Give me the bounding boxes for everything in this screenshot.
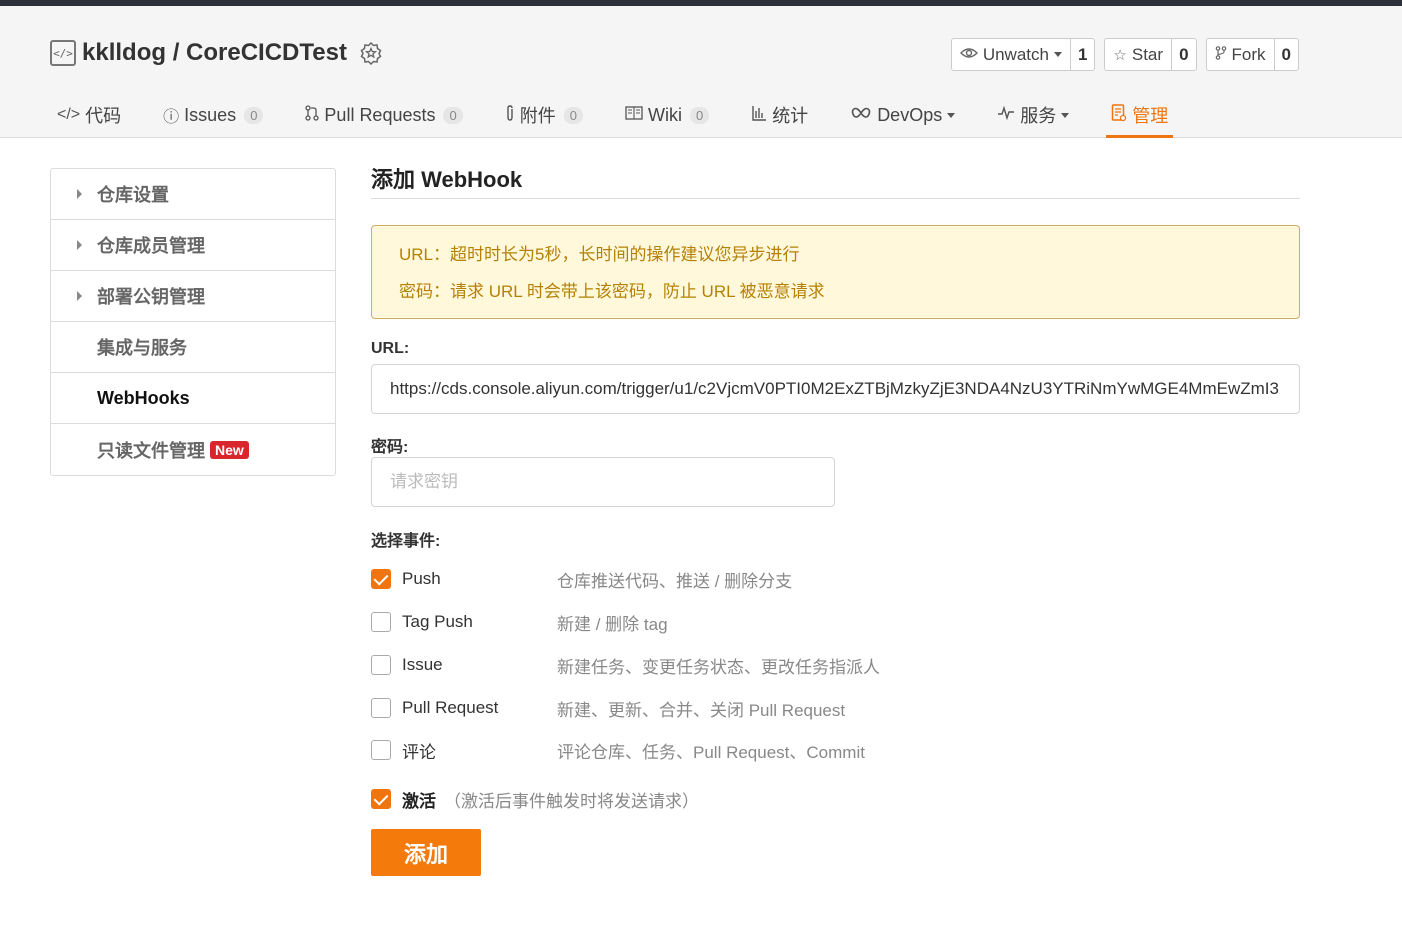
- webhook-form: 添加 WebHook URL：超时时长为5秒，长时间的操作建议您异步进行 密码：…: [371, 160, 1300, 876]
- fork-button[interactable]: Fork 0: [1205, 38, 1299, 71]
- wiki-count: 0: [689, 106, 710, 124]
- new-badge: New: [210, 440, 249, 459]
- event-name: Push: [402, 569, 441, 588]
- url-input[interactable]: [371, 364, 1300, 414]
- pulse-icon: [997, 105, 1015, 125]
- event-desc: 评论仓库、任务、Pull Request、Commit: [557, 742, 865, 762]
- repo-header: </> kklldog / CoreCICDTest Unwatch 1 ☆ S…: [0, 6, 1402, 138]
- tab-code[interactable]: </> 代码: [52, 92, 126, 138]
- event-pull-request: Pull Request 新建、更新、合并、关闭 Pull Request: [371, 693, 1300, 723]
- chevron-down-icon: [1053, 52, 1062, 57]
- add-webhook-button[interactable]: 添加: [371, 829, 481, 876]
- activate-row: 激活 （激活后事件触发时将发送请求）: [371, 784, 699, 814]
- event-comment-checkbox[interactable]: [371, 740, 391, 760]
- verified-badge-icon: [360, 41, 382, 65]
- activate-label: 激活: [402, 791, 436, 811]
- pull-request-icon: [305, 104, 320, 126]
- tab-manage[interactable]: 管理: [1106, 92, 1174, 138]
- repo-title: </> kklldog / CoreCICDTest: [50, 36, 383, 70]
- watch-count[interactable]: 1: [1069, 39, 1094, 70]
- fork-icon: [1215, 45, 1227, 64]
- bar-chart-icon: [751, 105, 767, 126]
- event-tag-push: Tag Push 新建 / 删除 tag: [371, 607, 1300, 637]
- event-issue: Issue 新建任务、变更任务状态、更改任务指派人: [371, 650, 1300, 680]
- caret-right-icon: [77, 291, 82, 301]
- attachments-count: 0: [563, 106, 583, 124]
- repo-tabs: </> 代码 ⓘ Issues 0 Pull Requests 0 附件 0 W…: [52, 92, 1205, 138]
- star-icon: ☆: [1113, 46, 1127, 64]
- sidebar-item-readonly-files[interactable]: 只读文件管理 New: [51, 424, 335, 475]
- activate-checkbox[interactable]: [371, 789, 391, 809]
- infinity-icon: [850, 106, 872, 124]
- caret-right-icon: [77, 240, 82, 250]
- eye-icon: [959, 46, 978, 63]
- fork-count[interactable]: 0: [1273, 39, 1298, 70]
- activate-hint: （激活后事件触发时将发送请求）: [444, 791, 699, 811]
- star-count[interactable]: 0: [1171, 39, 1195, 70]
- tab-services[interactable]: 服务: [992, 92, 1074, 138]
- event-desc: 仓库推送代码、推送 / 删除分支: [557, 571, 793, 591]
- sidebar-item-integrations[interactable]: 集成与服务: [51, 322, 335, 373]
- notice-box: URL：超时时长为5秒，长时间的操作建议您异步进行 密码：请求 URL 时会带上…: [371, 225, 1300, 319]
- sidebar-item-webhooks[interactable]: WebHooks: [51, 373, 335, 424]
- event-name: Pull Request: [402, 698, 499, 717]
- watch-label: Unwatch: [982, 44, 1049, 64]
- url-label: URL:: [371, 340, 410, 357]
- password-input[interactable]: [371, 457, 835, 507]
- sidebar-item-deploy-keys[interactable]: 部署公钥管理: [51, 271, 335, 322]
- password-label: 密码:: [371, 439, 409, 456]
- issue-icon: ⓘ: [163, 109, 180, 126]
- pull-requests-count: 0: [443, 106, 463, 124]
- repo-code-icon: </>: [50, 40, 76, 66]
- repo-actions: Unwatch 1 ☆ Star 0 Fork 0: [950, 38, 1299, 71]
- watch-button[interactable]: Unwatch 1: [950, 38, 1096, 71]
- settings-sidebar: 仓库设置 仓库成员管理 部署公钥管理 集成与服务 WebHooks 只读文件管理…: [50, 168, 336, 476]
- tab-devops[interactable]: DevOps: [845, 92, 960, 138]
- event-desc: 新建 / 删除 tag: [557, 614, 668, 634]
- code-icon: </>: [57, 106, 81, 123]
- tab-issues[interactable]: ⓘ Issues 0: [158, 92, 268, 138]
- tab-wiki[interactable]: Wiki 0: [620, 92, 714, 138]
- chevron-down-icon: [947, 112, 956, 118]
- repo-owner[interactable]: kklldog: [82, 39, 166, 66]
- paperclip-icon: [505, 104, 515, 127]
- event-comment: 评论 评论仓库、任务、Pull Request、Commit: [371, 735, 1300, 765]
- chevron-down-icon: [1061, 112, 1070, 118]
- event-desc: 新建、更新、合并、关闭 Pull Request: [557, 700, 846, 720]
- event-name: 评论: [402, 742, 436, 762]
- page-title: 添加 WebHook: [371, 160, 1300, 199]
- caret-right-icon: [77, 189, 82, 199]
- issues-count: 0: [244, 106, 264, 124]
- notice-line-password: 密码：请求 URL 时会带上该密码，防止 URL 被恶意请求: [399, 282, 825, 301]
- event-issue-checkbox[interactable]: [371, 655, 391, 675]
- event-name: Issue: [402, 655, 443, 674]
- repo-separator: /: [172, 39, 180, 66]
- book-icon: [625, 105, 643, 125]
- tab-statistics[interactable]: 统计: [746, 92, 813, 138]
- repo-name[interactable]: CoreCICDTest: [186, 39, 347, 66]
- tab-attachments[interactable]: 附件 0: [500, 92, 588, 138]
- event-tag-push-checkbox[interactable]: [371, 612, 391, 632]
- events-label: 选择事件:: [371, 533, 441, 550]
- event-desc: 新建任务、变更任务状态、更改任务指派人: [557, 657, 880, 677]
- fork-label: Fork: [1231, 44, 1266, 64]
- notice-line-url: URL：超时时长为5秒，长时间的操作建议您异步进行: [399, 245, 800, 264]
- star-button[interactable]: ☆ Star 0: [1104, 38, 1197, 71]
- event-name: Tag Push: [402, 612, 473, 631]
- event-push: Push 仓库推送代码、推送 / 删除分支: [371, 564, 1300, 594]
- sidebar-item-members[interactable]: 仓库成员管理: [51, 220, 335, 271]
- event-pull-request-checkbox[interactable]: [371, 698, 391, 718]
- star-label: Star: [1131, 44, 1164, 64]
- settings-doc-icon: [1111, 103, 1127, 127]
- tab-pull-requests[interactable]: Pull Requests 0: [300, 92, 467, 138]
- event-push-checkbox[interactable]: [371, 569, 391, 589]
- sidebar-item-repo-settings[interactable]: 仓库设置: [51, 169, 335, 220]
